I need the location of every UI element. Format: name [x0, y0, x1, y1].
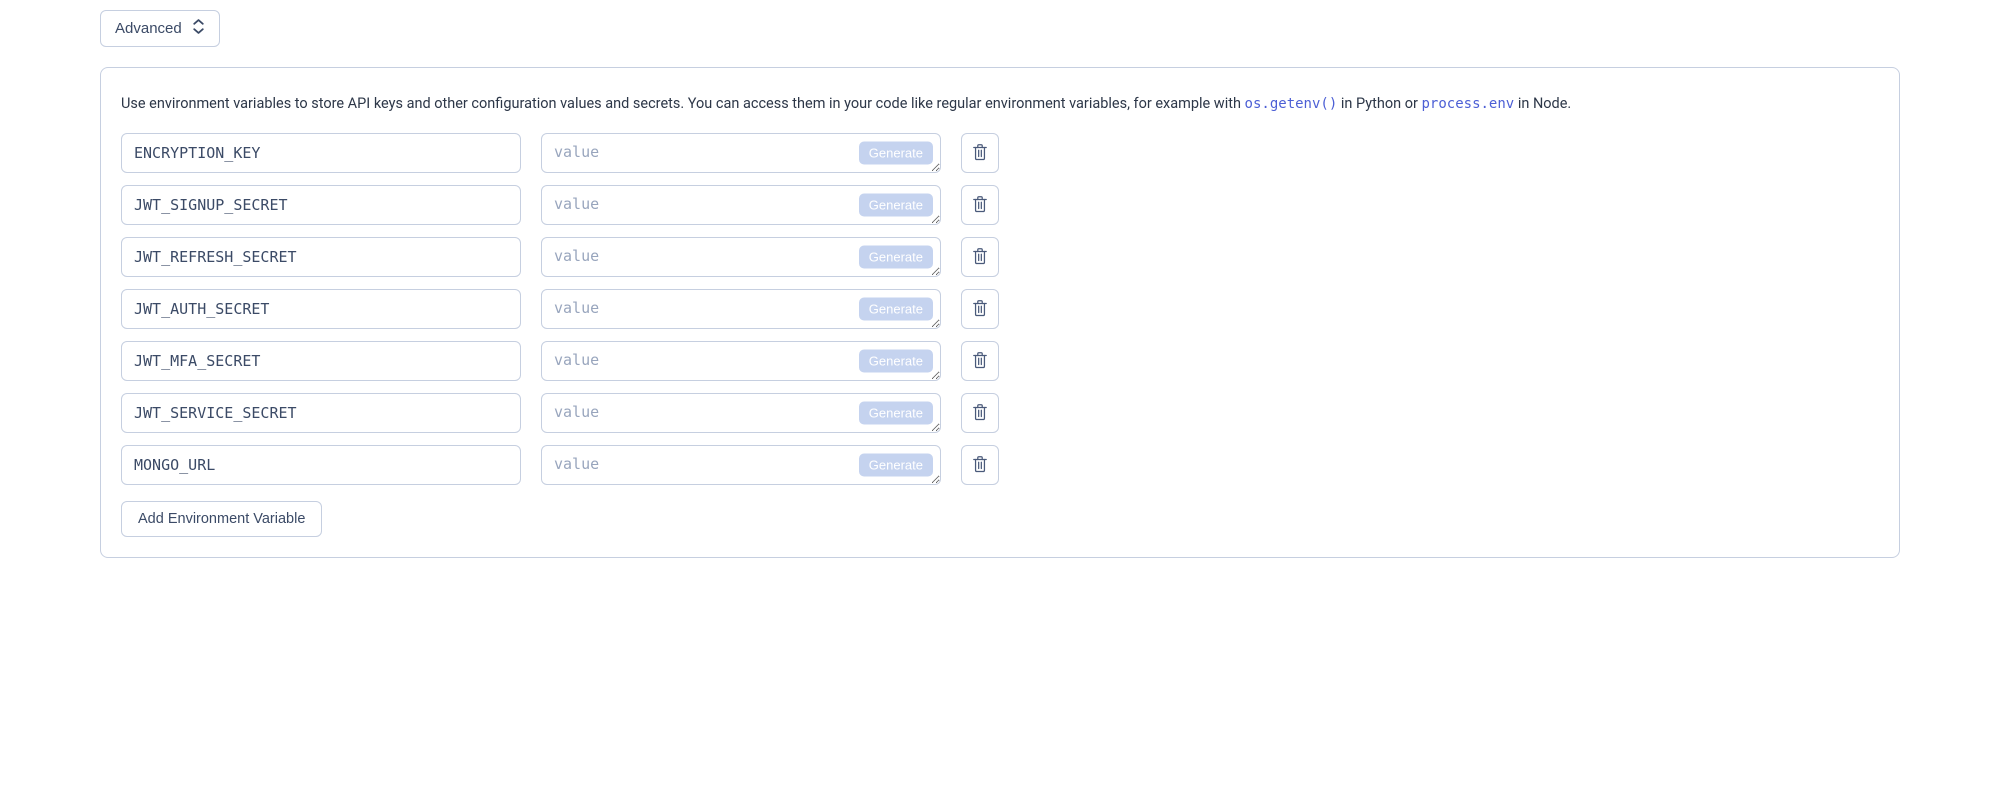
desc-text-2: in Python or [1337, 95, 1421, 112]
env-value-wrap: Generate [541, 445, 941, 485]
env-var-rows: Generate Generate Generate Generate Generate… [121, 133, 1879, 485]
generate-button[interactable]: Generate [859, 350, 933, 373]
trash-icon [972, 299, 988, 320]
generate-button[interactable]: Generate [859, 194, 933, 217]
delete-button[interactable] [961, 289, 999, 329]
trash-icon [972, 403, 988, 424]
generate-button[interactable]: Generate [859, 402, 933, 425]
env-key-input[interactable] [121, 341, 521, 381]
advanced-toggle-label: Advanced [115, 20, 182, 37]
delete-button[interactable] [961, 393, 999, 433]
generate-button[interactable]: Generate [859, 298, 933, 321]
delete-button[interactable] [961, 445, 999, 485]
generate-button[interactable]: Generate [859, 142, 933, 165]
env-var-row: Generate [121, 133, 1879, 173]
delete-button[interactable] [961, 341, 999, 381]
env-key-input[interactable] [121, 185, 521, 225]
env-value-wrap: Generate [541, 341, 941, 381]
env-var-row: Generate [121, 445, 1879, 485]
code-os-getenv: os.getenv() [1245, 96, 1338, 112]
trash-icon [972, 143, 988, 164]
trash-icon [972, 351, 988, 372]
advanced-toggle-button[interactable]: Advanced [100, 10, 220, 47]
env-key-input[interactable] [121, 133, 521, 173]
env-var-row: Generate [121, 393, 1879, 433]
env-var-row: Generate [121, 185, 1879, 225]
generate-button[interactable]: Generate [859, 454, 933, 477]
delete-button[interactable] [961, 185, 999, 225]
desc-text-1: Use environment variables to store API k… [121, 95, 1245, 112]
generate-button[interactable]: Generate [859, 246, 933, 269]
delete-button[interactable] [961, 237, 999, 277]
add-env-var-button[interactable]: Add Environment Variable [121, 501, 322, 537]
delete-button[interactable] [961, 133, 999, 173]
env-key-input[interactable] [121, 289, 521, 329]
trash-icon [972, 195, 988, 216]
env-var-row: Generate [121, 289, 1879, 329]
trash-icon [972, 247, 988, 268]
code-process-env: process.env [1422, 96, 1515, 112]
desc-text-3: in Node. [1514, 95, 1571, 112]
env-key-input[interactable] [121, 445, 521, 485]
env-var-row: Generate [121, 341, 1879, 381]
trash-icon [972, 455, 988, 476]
env-vars-description: Use environment variables to store API k… [121, 92, 1879, 115]
env-key-input[interactable] [121, 237, 521, 277]
env-var-row: Generate [121, 237, 1879, 277]
env-vars-panel: Use environment variables to store API k… [100, 67, 1900, 558]
env-value-wrap: Generate [541, 237, 941, 277]
env-value-wrap: Generate [541, 393, 941, 433]
collapse-icon [192, 19, 205, 38]
env-value-wrap: Generate [541, 185, 941, 225]
env-key-input[interactable] [121, 393, 521, 433]
env-value-wrap: Generate [541, 133, 941, 173]
env-value-wrap: Generate [541, 289, 941, 329]
